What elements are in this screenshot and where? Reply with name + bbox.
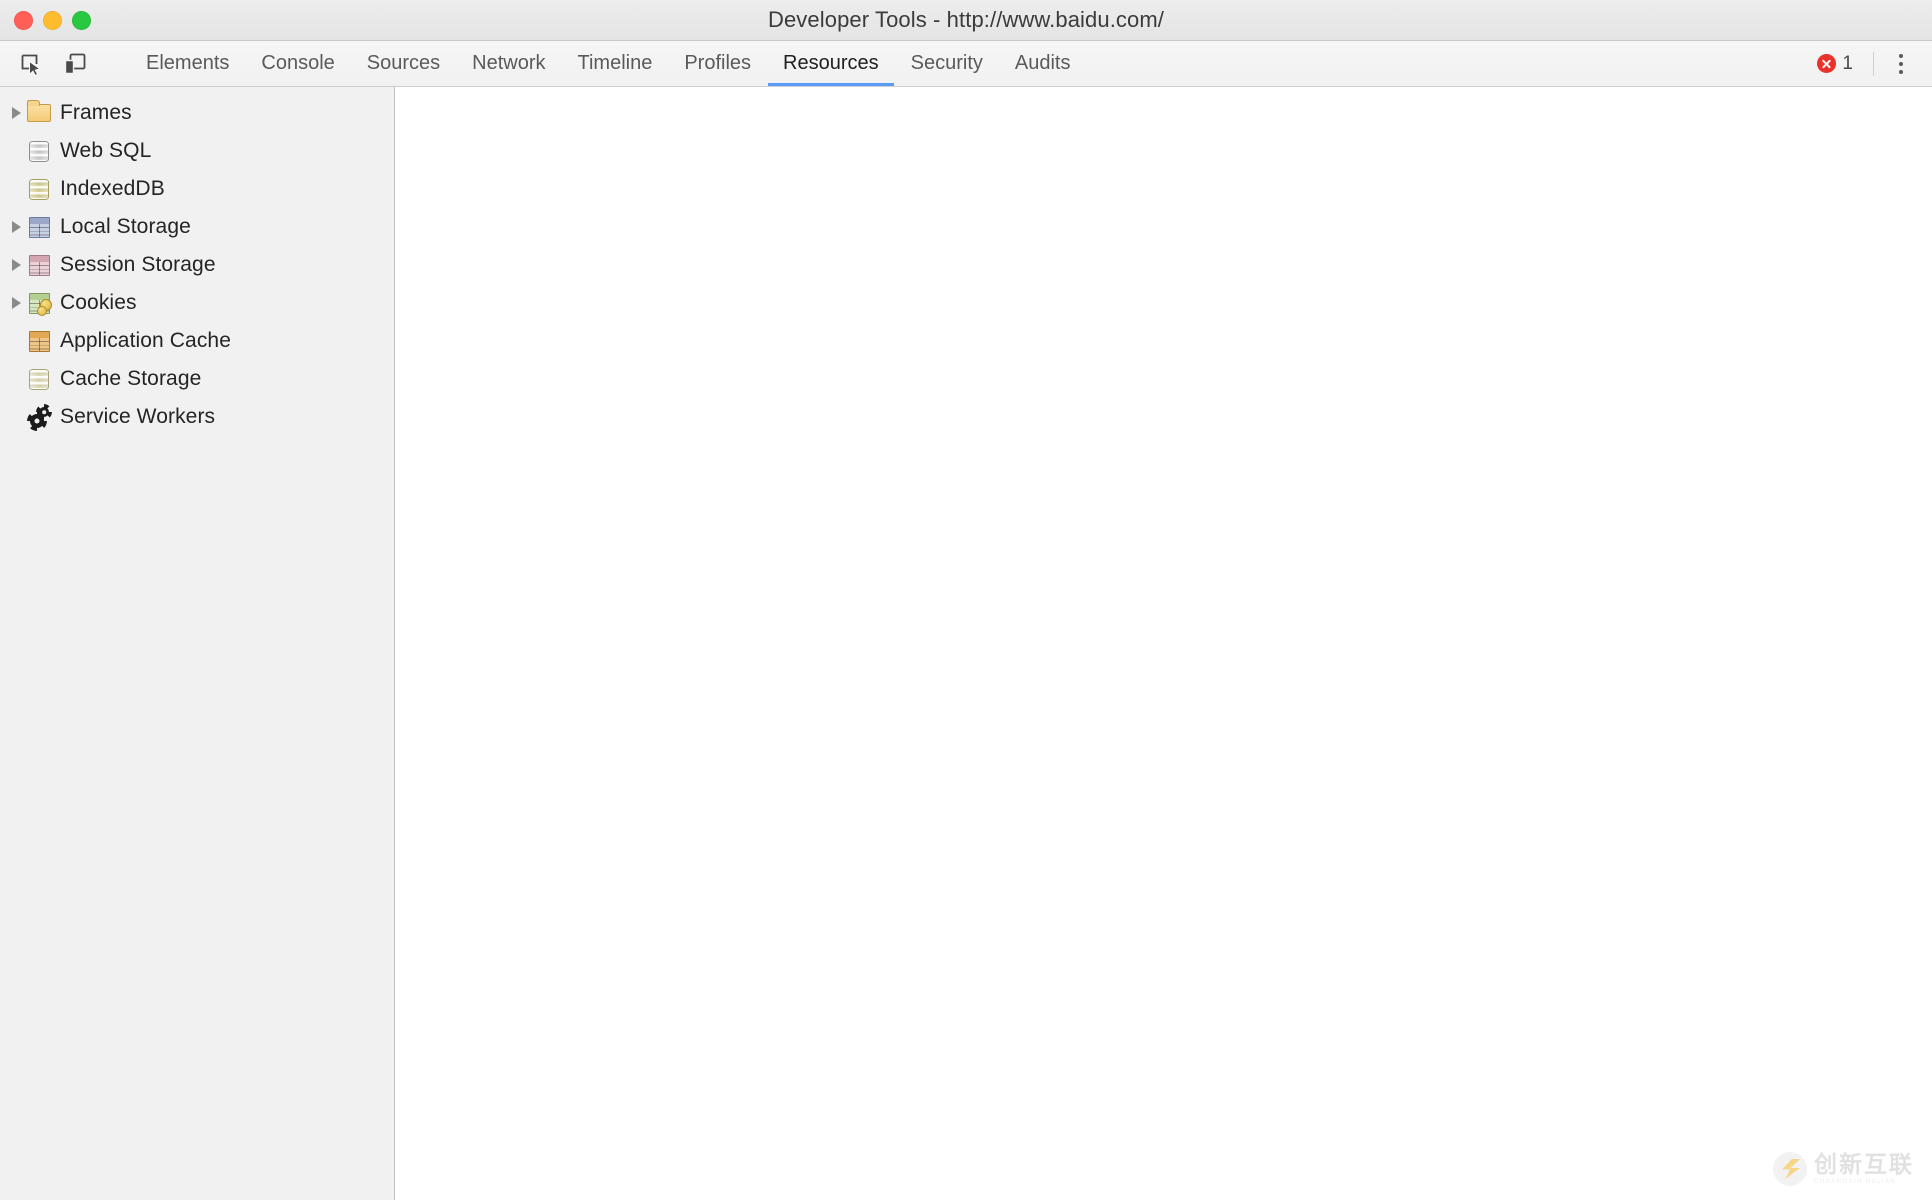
sidebar-item-cache-storage[interactable]: Cache Storage bbox=[0, 360, 394, 398]
panel-tabs: Elements Console Sources Network Timelin… bbox=[116, 41, 1087, 86]
tab-label: Network bbox=[472, 52, 545, 75]
devtools-window: Developer Tools - http://www.baidu.com/ … bbox=[0, 0, 1932, 1200]
tab-label: Console bbox=[261, 52, 334, 75]
table-pink-icon bbox=[26, 252, 52, 278]
table-cookies-icon bbox=[26, 290, 52, 316]
watermark-subtitle: CHUANGXIN HULIAN bbox=[1814, 1179, 1914, 1185]
sidebar-item-web-sql[interactable]: Web SQL bbox=[0, 132, 394, 170]
tab-label: Sources bbox=[367, 52, 440, 75]
table-orange-icon bbox=[26, 328, 52, 354]
sidebar-item-label: Frames bbox=[60, 101, 132, 125]
title-bar: Developer Tools - http://www.baidu.com/ bbox=[0, 0, 1932, 41]
database-beige-icon bbox=[26, 366, 52, 392]
folder-icon bbox=[26, 100, 52, 126]
tab-label: Security bbox=[911, 52, 983, 75]
sidebar-item-cookies[interactable]: Cookies bbox=[0, 284, 394, 322]
tab-label: Profiles bbox=[684, 52, 751, 75]
window-title: Developer Tools - http://www.baidu.com/ bbox=[0, 7, 1932, 33]
tab-label: Timeline bbox=[578, 52, 653, 75]
device-toolbar-icon bbox=[63, 52, 87, 76]
sidebar-item-session-storage[interactable]: Session Storage bbox=[0, 246, 394, 284]
watermark-title: 创新互联 bbox=[1814, 1153, 1914, 1176]
minimize-window-button[interactable] bbox=[43, 11, 62, 30]
sidebar-item-label: Local Storage bbox=[60, 215, 191, 239]
kebab-menu-icon bbox=[1899, 62, 1903, 66]
sidebar-item-label: Service Workers bbox=[60, 405, 215, 429]
sidebar-item-service-workers[interactable]: Service Workers bbox=[0, 398, 394, 436]
tab-audits[interactable]: Audits bbox=[999, 41, 1087, 86]
sidebar-item-local-storage[interactable]: Local Storage bbox=[0, 208, 394, 246]
tab-label: Resources bbox=[783, 52, 879, 75]
sidebar-item-label: Application Cache bbox=[60, 329, 231, 353]
watermark: 创新互联 CHUANGXIN HULIAN bbox=[1773, 1152, 1914, 1186]
sidebar-item-label: Cache Storage bbox=[60, 367, 201, 391]
watermark-text: 创新互联 CHUANGXIN HULIAN bbox=[1814, 1153, 1914, 1185]
error-circle-icon bbox=[1817, 54, 1836, 73]
inspect-element-button[interactable] bbox=[12, 47, 50, 81]
maximize-window-button[interactable] bbox=[72, 11, 91, 30]
device-toolbar-button[interactable] bbox=[56, 47, 94, 81]
chevron-right-icon[interactable] bbox=[6, 221, 26, 233]
tab-timeline[interactable]: Timeline bbox=[562, 41, 669, 86]
tab-sources[interactable]: Sources bbox=[351, 41, 456, 86]
sidebar-item-label: Session Storage bbox=[60, 253, 216, 277]
table-blue-icon bbox=[26, 214, 52, 240]
sidebar-item-frames[interactable]: Frames bbox=[0, 94, 394, 132]
resources-sidebar[interactable]: Frames Web SQL IndexedDB Local Storage bbox=[0, 87, 395, 1200]
traffic-lights bbox=[0, 11, 91, 30]
tab-elements[interactable]: Elements bbox=[130, 41, 245, 86]
main-menu-button[interactable] bbox=[1884, 47, 1918, 81]
kebab-menu-icon bbox=[1899, 70, 1903, 74]
sidebar-item-label: Web SQL bbox=[60, 139, 151, 163]
chevron-right-icon[interactable] bbox=[6, 297, 26, 309]
chevron-right-icon[interactable] bbox=[6, 259, 26, 271]
toolbar-right-controls: 1 bbox=[1809, 41, 1932, 86]
tab-console[interactable]: Console bbox=[245, 41, 350, 86]
toolbar-right-separator bbox=[1873, 52, 1874, 76]
tab-network[interactable]: Network bbox=[456, 41, 561, 86]
gears-icon bbox=[26, 404, 52, 430]
tab-label: Elements bbox=[146, 52, 229, 75]
sidebar-item-label: Cookies bbox=[60, 291, 137, 315]
database-gray-icon bbox=[26, 138, 52, 164]
tab-profiles[interactable]: Profiles bbox=[668, 41, 767, 86]
error-count-label: 1 bbox=[1842, 53, 1853, 75]
tab-resources[interactable]: Resources bbox=[767, 41, 895, 86]
database-olive-icon bbox=[26, 176, 52, 202]
sidebar-item-label: IndexedDB bbox=[60, 177, 165, 201]
tab-label: Audits bbox=[1015, 52, 1071, 75]
sidebar-item-application-cache[interactable]: Application Cache bbox=[0, 322, 394, 360]
chevron-right-icon[interactable] bbox=[6, 107, 26, 119]
devtools-body: Frames Web SQL IndexedDB Local Storage bbox=[0, 87, 1932, 1200]
toolbar-buttons bbox=[0, 41, 116, 86]
error-count-badge[interactable]: 1 bbox=[1809, 49, 1863, 79]
kebab-menu-icon bbox=[1899, 54, 1903, 58]
devtools-toolbar: Elements Console Sources Network Timelin… bbox=[0, 41, 1932, 87]
chuangxin-hulian-logo-icon bbox=[1773, 1152, 1807, 1186]
sidebar-item-indexeddb[interactable]: IndexedDB bbox=[0, 170, 394, 208]
tab-security[interactable]: Security bbox=[895, 41, 999, 86]
inspect-element-icon bbox=[19, 52, 43, 76]
close-window-button[interactable] bbox=[14, 11, 33, 30]
resources-content-panel: 创新互联 CHUANGXIN HULIAN bbox=[395, 87, 1932, 1200]
